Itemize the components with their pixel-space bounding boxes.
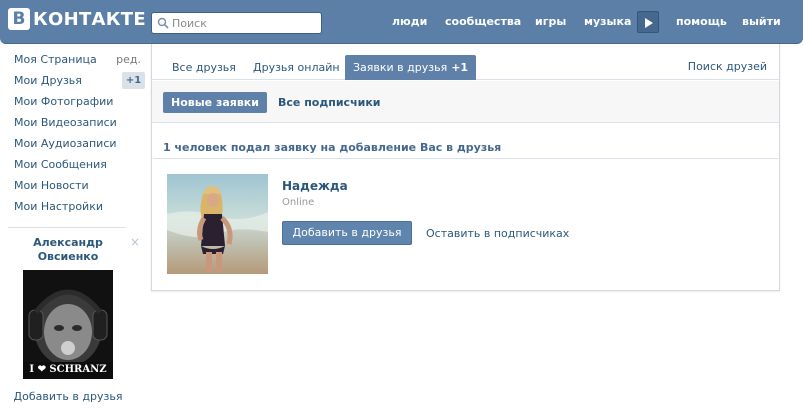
suggestion-add-friend-link[interactable]: Добавить в друзья — [8, 390, 128, 403]
nav-help[interactable]: помощь — [676, 15, 727, 28]
subtab-all-subscribers[interactable]: Все подписчики — [270, 92, 389, 113]
friends-panel: Все друзья Друзья онлайн Заявки в друзья… — [151, 44, 780, 291]
sidebar-item-friends[interactable]: Мои Друзья +1 — [8, 70, 145, 91]
music-play-button[interactable] — [637, 11, 659, 33]
vk-logo[interactable]: В КОНТАКТЕ — [8, 8, 146, 30]
request-user-name[interactable]: Надежда — [282, 179, 348, 193]
search-box[interactable] — [151, 12, 322, 34]
nav-logout[interactable]: выйти — [742, 15, 781, 28]
play-icon — [645, 18, 653, 28]
sidebar-item-label: Мои Настройки — [14, 200, 103, 213]
sidebar-item-label: Мои Сообщения — [14, 158, 107, 171]
logo-badge: В — [8, 8, 30, 30]
tab-friend-requests[interactable]: Заявки в друзья +1 — [345, 55, 477, 80]
logo-text: КОНТАКТЕ — [33, 8, 146, 30]
tab-friends-online[interactable]: Друзья онлайн — [245, 55, 348, 80]
tab-label: Заявки в друзья — [353, 61, 448, 74]
keep-as-subscriber-link[interactable]: Оставить в подписчиках — [426, 227, 569, 240]
edit-link[interactable]: ред. — [116, 49, 141, 70]
search-input[interactable] — [172, 13, 318, 33]
sidebar-item-audios[interactable]: Мои Аудиозаписи — [8, 133, 145, 154]
summary-divider — [153, 158, 778, 159]
subtab-new-requests[interactable]: Новые заявки — [163, 92, 267, 113]
friends-count-badge: +1 — [122, 72, 145, 89]
sidebar-item-photos[interactable]: Мои Фотографии — [8, 91, 145, 112]
friends-tabs: Все друзья Друзья онлайн Заявки в друзья… — [152, 44, 779, 80]
left-menu: Моя Страница ред. Мои Друзья +1 Мои Фото… — [8, 49, 145, 217]
sidebar-item-settings[interactable]: Мои Настройки — [8, 196, 145, 217]
find-friends-link[interactable]: Поиск друзей — [688, 60, 767, 73]
close-icon[interactable]: × — [130, 235, 140, 249]
request-online-status: Online — [282, 197, 315, 208]
requests-summary: 1 человек подал заявку на добавление Вас… — [163, 141, 502, 154]
photo-caption: I ❤ SCHRANZ — [29, 364, 107, 375]
sidebar-item-label: Мои Фотографии — [14, 95, 114, 108]
sidebar-item-videos[interactable]: Мои Видеозаписи — [8, 112, 145, 133]
sidebar-item-label: Мои Друзья — [14, 74, 82, 87]
add-friend-button[interactable]: Добавить в друзья — [282, 221, 412, 245]
sidebar-item-my-page[interactable]: Моя Страница ред. — [8, 49, 145, 70]
requests-count-badge: +1 — [451, 61, 469, 74]
nav-people[interactable]: люди — [392, 15, 427, 28]
suggestion-avatar[interactable]: I ❤ SCHRANZ — [23, 270, 113, 379]
sidebar-item-label: Мои Аудиозаписи — [14, 137, 117, 150]
nav-games[interactable]: игры — [535, 15, 566, 28]
tab-all-friends[interactable]: Все друзья — [164, 55, 244, 80]
sidebar-item-news[interactable]: Мои Новости — [8, 175, 145, 196]
sidebar-item-label: Мои Новости — [14, 179, 89, 192]
top-header: В КОНТАКТЕ люди сообщества игры музыка п… — [0, 0, 803, 44]
nav-communities[interactable]: сообщества — [445, 15, 521, 28]
sidebar-item-label: Мои Видеозаписи — [14, 116, 117, 129]
sidebar-divider — [8, 227, 126, 228]
request-avatar[interactable] — [167, 174, 268, 274]
request-subtabs: Новые заявки Все подписчики — [152, 81, 779, 123]
sidebar-item-label: Моя Страница — [14, 53, 97, 66]
suggestion-name[interactable]: Александр Овсиенко — [8, 236, 128, 264]
sidebar-item-messages[interactable]: Мои Сообщения — [8, 154, 145, 175]
nav-music[interactable]: музыка — [584, 15, 631, 28]
search-icon — [157, 17, 169, 29]
request-photo-image — [167, 174, 268, 274]
